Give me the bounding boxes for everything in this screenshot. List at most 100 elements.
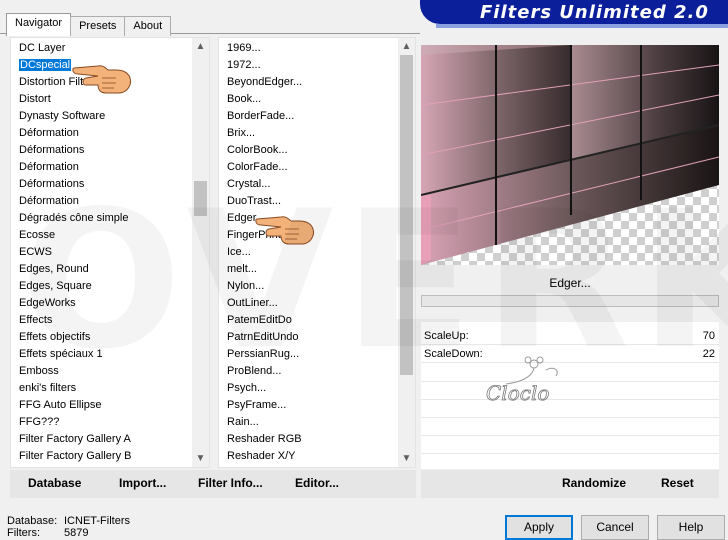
- status-database: Database: ICNET-Filters: [7, 515, 130, 527]
- filter-item[interactable]: Book...: [219, 91, 397, 108]
- scroll-up-icon[interactable]: ▲: [192, 38, 209, 55]
- param-value: 22: [702, 348, 715, 360]
- tab-bar: Navigator Presets About: [6, 13, 172, 36]
- scroll-down-icon[interactable]: ▼: [398, 450, 415, 467]
- filter-item[interactable]: Crystal...: [219, 176, 397, 193]
- category-item[interactable]: Déformation: [11, 159, 191, 176]
- category-item[interactable]: EdgeWorks: [11, 295, 191, 312]
- filter-item[interactable]: PatemEditDo: [219, 312, 397, 329]
- category-item[interactable]: Effets spéciaux 1: [11, 346, 191, 363]
- filter-items: 1969... 1972... BeyondEdger... Book... Borde…: [219, 40, 397, 467]
- help-button[interactable]: Help: [657, 515, 725, 540]
- category-item[interactable]: Effects: [11, 312, 191, 329]
- category-item[interactable]: enki's filters: [11, 380, 191, 397]
- category-item[interactable]: Filter Factory Gallery C: [11, 465, 191, 468]
- category-item[interactable]: Edges, Square: [11, 278, 191, 295]
- category-item-label: Filter Factory Gallery C: [19, 467, 132, 468]
- filter-item-label: BorderFade...: [227, 110, 295, 122]
- import-button[interactable]: Import...: [119, 476, 166, 490]
- category-item[interactable]: Ecosse: [11, 227, 191, 244]
- category-item-label: Dynasty Software: [19, 110, 106, 122]
- filter-item[interactable]: OutLiner...: [219, 295, 397, 312]
- category-item[interactable]: Dynasty Software: [11, 108, 191, 125]
- category-item[interactable]: Edges, Round: [11, 261, 191, 278]
- left-button-bar: Database Import... Filter Info... Editor…: [10, 470, 416, 498]
- category-item[interactable]: FFG Auto Ellipse: [11, 397, 191, 414]
- selected-filter-name: Edger...: [549, 276, 591, 290]
- category-item[interactable]: Filter Factory Gallery B: [11, 448, 191, 465]
- category-item-label: DCspecial: [19, 59, 72, 71]
- param-scaleup[interactable]: ScaleUp: 70: [421, 327, 719, 345]
- category-item[interactable]: Emboss: [11, 363, 191, 380]
- filter-item[interactable]: Brix...: [219, 125, 397, 142]
- category-scrollbar[interactable]: ▲ ▼: [192, 38, 209, 467]
- category-item[interactable]: Effets objectifs: [11, 329, 191, 346]
- filter-item-label: PsyFrame...: [227, 399, 287, 411]
- category-item-label: Déformation: [19, 161, 79, 173]
- filter-item-label: PerssianRug...: [227, 348, 300, 360]
- tab-about[interactable]: About: [124, 16, 172, 36]
- category-item-label: Filter Factory Gallery B: [19, 450, 132, 462]
- category-item[interactable]: Déformations: [11, 142, 191, 159]
- category-item[interactable]: Déformation: [11, 125, 191, 142]
- filter-item[interactable]: Ripples...: [219, 465, 397, 467]
- filter-item-label: Brix...: [227, 127, 256, 139]
- filter-item[interactable]: BorderFade...: [219, 108, 397, 125]
- cancel-button[interactable]: Cancel: [581, 515, 649, 540]
- category-item[interactable]: Déformation: [11, 193, 191, 210]
- right-button-bar: Randomize Reset: [421, 470, 719, 498]
- filter-item[interactable]: PatrnEditUndo: [219, 329, 397, 346]
- filter-item[interactable]: ColorFade...: [219, 159, 397, 176]
- filter-item[interactable]: DuoTrast...: [219, 193, 397, 210]
- category-item[interactable]: FFG???: [11, 414, 191, 431]
- scroll-thumb[interactable]: [194, 181, 207, 216]
- filter-info-button[interactable]: Filter Info...: [198, 476, 263, 490]
- category-item-label: Distort: [19, 93, 51, 105]
- filter-item-label: ColorFade...: [227, 161, 288, 173]
- filter-item[interactable]: Reshader RGB: [219, 431, 397, 448]
- scroll-up-icon[interactable]: ▲: [398, 38, 415, 55]
- scroll-thumb[interactable]: [400, 55, 413, 375]
- category-item[interactable]: ECWS: [11, 244, 191, 261]
- filter-item-label: BeyondEdger...: [227, 76, 303, 88]
- filter-item[interactable]: BeyondEdger...: [219, 74, 397, 91]
- filter-item[interactable]: 1969...: [219, 40, 397, 57]
- filter-item[interactable]: melt...: [219, 261, 397, 278]
- tab-navigator[interactable]: Navigator: [6, 13, 72, 36]
- category-item[interactable]: Dégradés cône simple: [11, 210, 191, 227]
- filter-item-label: ProBlend...: [227, 365, 282, 377]
- scroll-down-icon[interactable]: ▼: [192, 450, 209, 467]
- filter-item-label: Rain...: [227, 416, 259, 428]
- reset-button[interactable]: Reset: [661, 476, 694, 490]
- category-item[interactable]: Filter Factory Gallery A: [11, 431, 191, 448]
- app-title-banner: Filters Unlimited 2.0: [420, 0, 728, 24]
- filter-item[interactable]: PerssianRug...: [219, 346, 397, 363]
- divider: [421, 435, 719, 436]
- filter-item[interactable]: PsyFrame...: [219, 397, 397, 414]
- filter-item[interactable]: ProBlend...: [219, 363, 397, 380]
- randomize-button[interactable]: Randomize: [562, 476, 626, 490]
- filter-item[interactable]: Psych...: [219, 380, 397, 397]
- category-item-label: Emboss: [19, 365, 59, 377]
- editor-button[interactable]: Editor...: [295, 476, 339, 490]
- category-list[interactable]: DC Layer DCspecial Distortion Filte Distort…: [10, 37, 210, 468]
- filter-item[interactable]: Reshader X/Y: [219, 448, 397, 465]
- filter-item[interactable]: Rain...: [219, 414, 397, 431]
- category-item[interactable]: Déformations: [11, 176, 191, 193]
- database-button[interactable]: Database: [28, 476, 81, 490]
- divider: [421, 417, 719, 418]
- category-item-label: EdgeWorks: [19, 297, 76, 309]
- filter-item-label: Crystal...: [227, 178, 271, 190]
- filter-scrollbar[interactable]: ▲ ▼: [398, 38, 415, 467]
- filter-item[interactable]: 1972...: [219, 57, 397, 74]
- filter-list[interactable]: 1969... 1972... BeyondEdger... Book... Borde…: [218, 37, 416, 468]
- filter-item[interactable]: ColorBook...: [219, 142, 397, 159]
- tab-presets[interactable]: Presets: [70, 16, 126, 36]
- category-item-label: Effets spéciaux 1: [19, 348, 103, 360]
- filter-item[interactable]: Nylon...: [219, 278, 397, 295]
- filter-item-label: melt...: [227, 263, 257, 275]
- apply-button[interactable]: Apply: [505, 515, 573, 540]
- category-item[interactable]: DC Layer: [11, 40, 191, 57]
- status-value: ICNET-Filters: [64, 515, 130, 527]
- banner-strip: [436, 24, 728, 28]
